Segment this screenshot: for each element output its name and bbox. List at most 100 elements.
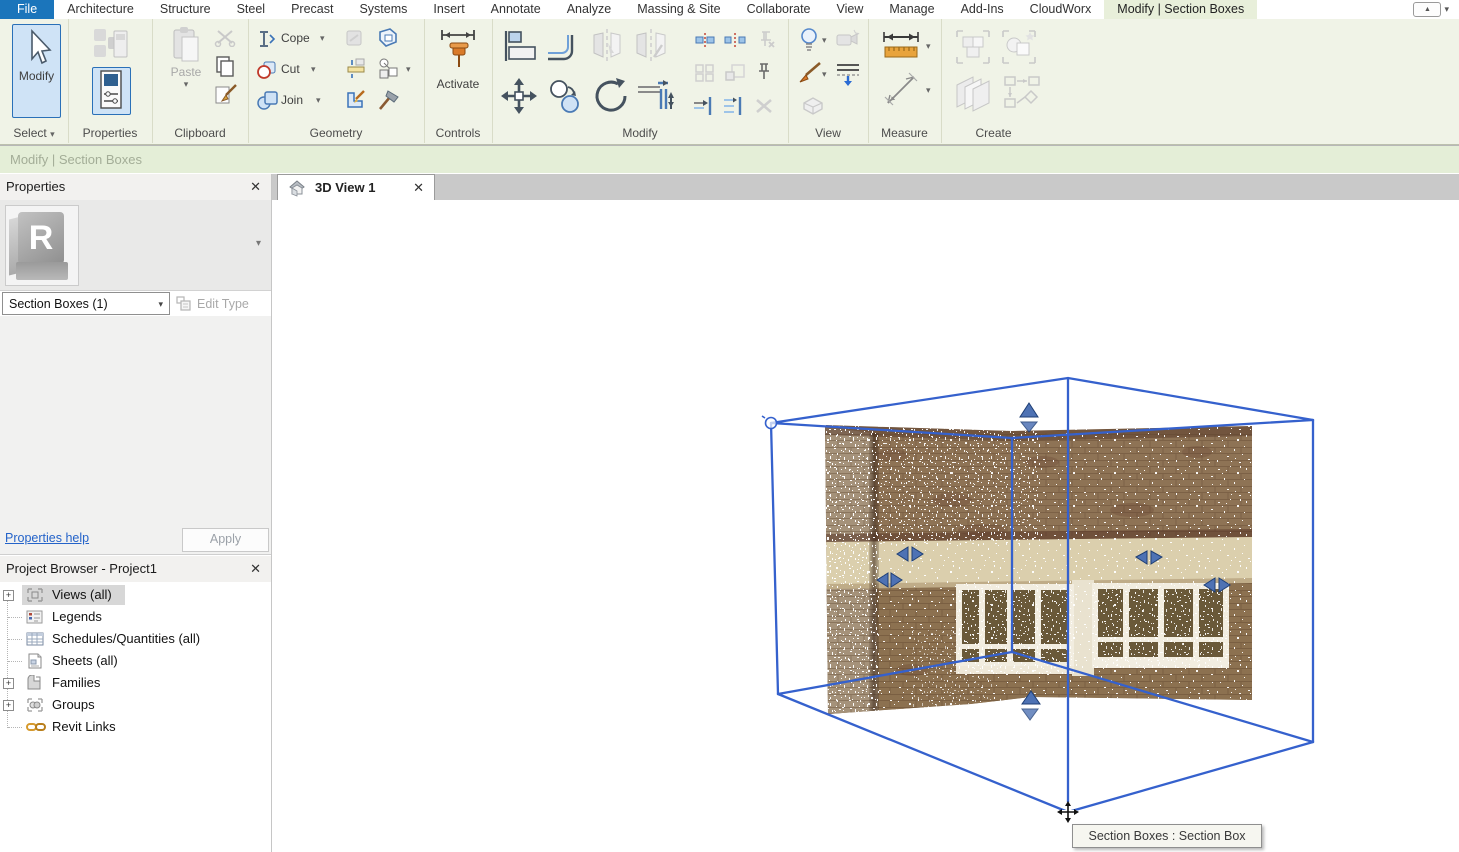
copy-element-icon[interactable]: [546, 79, 582, 113]
selection-filter-combo[interactable]: Section Boxes (1) ▾: [2, 292, 170, 315]
cope-icon[interactable]: [256, 29, 278, 49]
properties-palette-header[interactable]: Properties ✕: [0, 174, 271, 200]
properties-palette-button[interactable]: [92, 67, 131, 115]
pin-icon[interactable]: [754, 61, 774, 83]
ribbon-collapse-button[interactable]: ▲ ▾: [1413, 2, 1449, 16]
cut-label[interactable]: Cut: [281, 62, 300, 76]
user-interface-icon[interactable]: [92, 27, 130, 63]
scale-icon[interactable]: [724, 63, 746, 83]
align-icon[interactable]: [500, 29, 538, 63]
cut-geometry-icon[interactable]: [256, 59, 278, 81]
chevron-down-icon[interactable]: ▾: [320, 33, 325, 44]
demolish-icon[interactable]: [344, 57, 368, 81]
menu-tab-modify-section-boxes[interactable]: Modify | Section Boxes: [1104, 0, 1257, 19]
create-assembly-icon[interactable]: [1001, 73, 1043, 113]
menu-tab-analyze[interactable]: Analyze: [554, 0, 624, 19]
geometry-panel-label[interactable]: Geometry: [248, 126, 424, 140]
chevron-down-icon[interactable]: ▾: [822, 69, 827, 80]
tree-item-schedules[interactable]: Schedules/Quantities (all): [0, 628, 271, 650]
split-with-gap-icon[interactable]: [724, 31, 746, 49]
expand-plus-icon[interactable]: +: [3, 590, 14, 601]
create-panel-label[interactable]: Create: [941, 126, 1046, 140]
chevron-down-icon[interactable]: ▾: [311, 64, 316, 75]
create-group-icon[interactable]: [953, 27, 993, 67]
split-element-icon[interactable]: [694, 31, 716, 49]
3d-canvas[interactable]: [272, 200, 1459, 852]
tree-item-views[interactable]: + Views (all): [0, 584, 271, 606]
3d-view[interactable]: [272, 200, 1459, 852]
array-icon[interactable]: [694, 63, 716, 83]
measure-panel-label[interactable]: Measure: [868, 126, 941, 140]
create-similar-icon[interactable]: [999, 27, 1039, 67]
properties-help-link[interactable]: Properties help: [5, 531, 89, 545]
view-panel-label[interactable]: View: [788, 126, 868, 140]
cut-icon[interactable]: [214, 29, 236, 47]
move-icon[interactable]: [500, 77, 538, 115]
trim-extend-corner-icon[interactable]: [634, 75, 676, 117]
unpin-icon[interactable]: [754, 29, 776, 49]
menu-tab-systems[interactable]: Systems: [346, 0, 420, 19]
tree-item-sheets[interactable]: Sheets (all): [0, 650, 271, 672]
hide-box-icon[interactable]: [800, 95, 826, 117]
chevron-down-icon[interactable]: ▾: [316, 95, 321, 106]
mirror-draw-axis-icon[interactable]: [632, 27, 670, 65]
menu-tab-view[interactable]: View: [824, 0, 877, 19]
measure-icon[interactable]: [880, 29, 922, 61]
tree-item-legends[interactable]: Legends: [0, 606, 271, 628]
trim-extend-single-icon[interactable]: [692, 95, 716, 117]
menu-tab-architecture[interactable]: Architecture: [54, 0, 147, 19]
edit-type-button[interactable]: Edit Type: [176, 292, 268, 315]
edit-profile-icon[interactable]: [344, 87, 368, 111]
lightbulb-icon[interactable]: [798, 27, 820, 53]
close-icon[interactable]: ✕: [413, 180, 424, 196]
menu-tab-insert[interactable]: Insert: [420, 0, 477, 19]
menu-tab-steel[interactable]: Steel: [224, 0, 279, 19]
tree-item-groups[interactable]: + Groups: [0, 694, 271, 716]
beam-opening-icon[interactable]: [376, 26, 400, 50]
rotate-icon[interactable]: [590, 75, 632, 117]
cope-label[interactable]: Cope: [281, 31, 310, 45]
view-tab-3d-view-1[interactable]: 3D View 1 ✕: [277, 174, 435, 200]
menu-tab-structure[interactable]: Structure: [147, 0, 224, 19]
chevron-down-icon[interactable]: ▾: [822, 35, 827, 46]
render-icon[interactable]: [834, 27, 860, 51]
hammer-icon[interactable]: [376, 87, 402, 113]
select-panel-label[interactable]: Select ▾: [0, 126, 68, 140]
menu-tab-annotate[interactable]: Annotate: [478, 0, 554, 19]
element-divide-icon[interactable]: [376, 57, 400, 81]
chevron-down-icon[interactable]: ▾: [926, 41, 931, 52]
linework-icon[interactable]: [834, 61, 862, 87]
close-icon[interactable]: ✕: [250, 556, 261, 582]
create-parts-icon[interactable]: [951, 73, 997, 113]
trim-extend-multiple-icon[interactable]: [722, 95, 746, 117]
close-icon[interactable]: ✕: [250, 174, 261, 200]
menu-tab-manage[interactable]: Manage: [876, 0, 947, 19]
expand-plus-icon[interactable]: +: [3, 678, 14, 689]
mirror-pick-axis-icon[interactable]: [588, 27, 626, 65]
menu-tab-collaborate[interactable]: Collaborate: [734, 0, 824, 19]
menu-tab-precast[interactable]: Precast: [278, 0, 346, 19]
tree-item-families[interactable]: + Families: [0, 672, 271, 694]
apply-button[interactable]: Apply: [182, 528, 269, 552]
menu-tab-addins[interactable]: Add-Ins: [948, 0, 1017, 19]
clipboard-panel-label[interactable]: Clipboard: [152, 126, 248, 140]
join-label[interactable]: Join: [281, 93, 303, 107]
activate-button[interactable]: Activate: [433, 25, 483, 117]
expand-plus-icon[interactable]: +: [3, 700, 14, 711]
chevron-down-icon[interactable]: ▾: [926, 85, 931, 96]
copy-icon[interactable]: [214, 55, 236, 77]
chevron-down-icon[interactable]: ▾: [406, 64, 411, 75]
join-icon[interactable]: [256, 89, 280, 113]
delete-icon[interactable]: [754, 97, 774, 115]
menu-tab-cloudworx[interactable]: CloudWorx: [1017, 0, 1105, 19]
aligned-dimension-icon[interactable]: [882, 71, 920, 109]
menu-tab-file[interactable]: File: [0, 0, 54, 19]
offset-icon[interactable]: [544, 29, 582, 63]
paste-button[interactable]: Paste ▾: [164, 25, 208, 117]
point-cloud-wall[interactable]: [825, 425, 1252, 715]
modify-panel-label[interactable]: Modify: [492, 126, 788, 140]
project-browser-header[interactable]: Project Browser - Project1 ✕: [0, 556, 271, 582]
properties-panel-label[interactable]: Properties: [68, 126, 152, 140]
chevron-down-icon[interactable]: ▾: [256, 238, 261, 249]
match-properties-icon[interactable]: [214, 83, 238, 107]
